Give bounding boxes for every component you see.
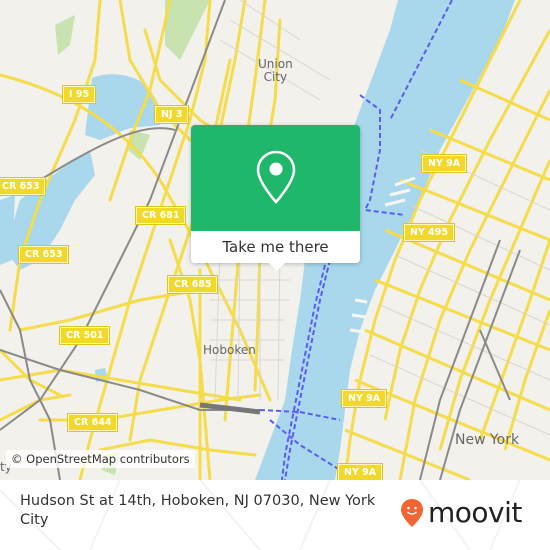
map-pin-icon xyxy=(256,150,295,204)
road-shield-cr653: CR 653 xyxy=(0,178,46,195)
place-label-hoboken: Hoboken xyxy=(203,343,256,357)
place-label-new-york: New York xyxy=(455,432,520,448)
footer-bar: Hudson St at 14th, Hoboken, NJ 07030, Ne… xyxy=(0,480,550,550)
road-shield-ny9a: NY 9A xyxy=(342,390,387,407)
road-shield-ny9a: NY 9A xyxy=(422,155,467,172)
brand-wordmark: moovit xyxy=(428,496,522,529)
road-shield-ny495: NY 495 xyxy=(404,224,454,241)
popup-header xyxy=(191,125,360,231)
road-shield-cr653: CR 653 xyxy=(19,246,69,263)
road-shield-cr501: CR 501 xyxy=(60,327,110,344)
address-text: Hudson St at 14th, Hoboken, NJ 07030, Ne… xyxy=(20,493,376,528)
map-view[interactable]: Union City Hoboken New York ty I 95 NJ 3… xyxy=(0,0,550,480)
popup-pointer xyxy=(269,263,285,271)
road-shield-ny9a: NY 9A xyxy=(338,464,383,480)
road-shield-cr644: CR 644 xyxy=(68,414,118,431)
moovit-pin-logo-icon xyxy=(401,499,423,527)
map-attribution[interactable]: © OpenStreetMap contributors xyxy=(6,450,195,468)
road-shield-cr685: CR 685 xyxy=(168,276,218,293)
road-shield-cr681: CR 681 xyxy=(136,207,186,224)
road-shield-i95: I 95 xyxy=(63,86,96,103)
take-me-there-button[interactable]: Take me there xyxy=(191,231,360,263)
road-shield-nj3: NJ 3 xyxy=(155,106,189,123)
place-label-union-city: Union City xyxy=(258,57,293,84)
moovit-logo[interactable]: moovit xyxy=(400,498,522,528)
location-popup: Take me there xyxy=(191,125,360,271)
